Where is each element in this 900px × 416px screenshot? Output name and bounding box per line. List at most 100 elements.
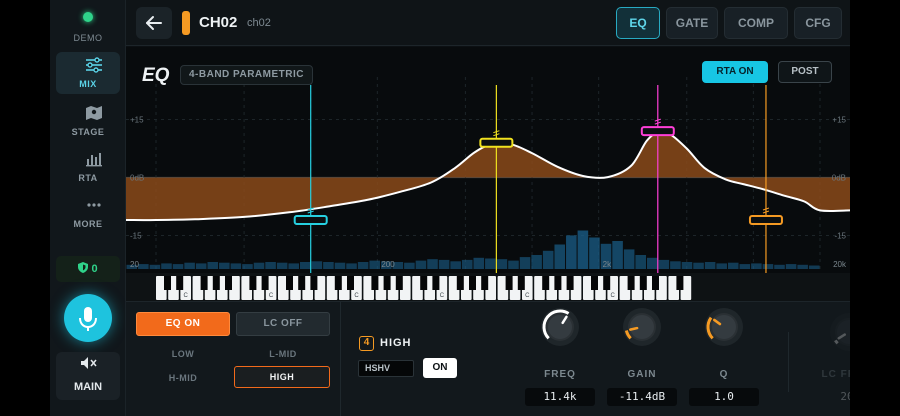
band-button-hmid[interactable]: H-MID — [136, 373, 230, 383]
lc-off-button[interactable]: LC OFF — [236, 312, 330, 336]
knob-cap-inner — [630, 315, 654, 339]
piano-black-key — [481, 276, 489, 290]
piano-black-key — [517, 276, 525, 290]
filter-type-select[interactable]: HSHV — [358, 360, 414, 377]
post-toggle-button[interactable]: POST — [778, 61, 832, 83]
rta-bar — [161, 263, 172, 269]
rta-bar — [496, 259, 508, 269]
band-handle[interactable] — [640, 126, 675, 137]
rail-item-more[interactable]: MORE — [56, 192, 120, 234]
band-handle[interactable] — [748, 215, 783, 226]
eq-curve-chart[interactable]: +15 0dB -15 +15 0dB -15 20 200 2k 20k C C… — [126, 47, 850, 301]
rta-bar — [566, 235, 577, 269]
rta-bar — [612, 241, 623, 269]
rail-item-label: RTA — [78, 173, 98, 183]
tab-comp[interactable]: COMP — [724, 7, 788, 39]
rta-bar — [623, 249, 635, 269]
main-output-button[interactable]: MAIN — [56, 352, 120, 400]
status-dot-icon — [83, 12, 93, 22]
channel-subname: ch02 — [247, 17, 271, 29]
demo-indicator: DEMO — [50, 12, 126, 46]
eq-controls-panel: EQ ON LC OFF LOW L-MID H-MID HIGH 4 HIGH… — [126, 301, 850, 416]
q-knob[interactable] — [704, 307, 744, 347]
piano-black-key — [298, 276, 306, 290]
piano-black-key — [347, 276, 354, 290]
rta-bar — [519, 257, 531, 269]
band-on-button[interactable]: ON — [423, 358, 457, 378]
lc-freq-value[interactable]: 20 — [812, 388, 850, 406]
freq-knob[interactable] — [540, 307, 580, 347]
piano-black-key — [432, 276, 440, 290]
rta-bar — [242, 264, 253, 269]
tab-eq[interactable]: EQ — [616, 7, 660, 39]
rta-bar — [739, 264, 751, 269]
shield-icon — [78, 262, 89, 273]
gain-knob[interactable] — [622, 307, 662, 347]
rta-bar — [323, 262, 334, 269]
freq-tick-label: 20 — [130, 260, 139, 269]
rail-item-stage[interactable]: STAGE — [56, 100, 120, 142]
demo-label: DEMO — [73, 33, 103, 43]
piano-black-key — [212, 276, 220, 290]
band-handle[interactable] — [293, 215, 328, 226]
db-tick-label-right: -15 — [834, 232, 846, 241]
band-button-lmid[interactable]: L-MID — [236, 349, 330, 359]
band-number-badge: 4 — [359, 336, 374, 351]
map-icon — [86, 106, 102, 120]
rta-bar — [751, 263, 762, 269]
rta-bar — [438, 259, 450, 269]
tab-cfg[interactable]: CFG — [794, 7, 842, 39]
piano-black-key — [505, 276, 513, 290]
gain-value[interactable]: -11.4dB — [607, 388, 677, 406]
rta-bar — [172, 264, 184, 269]
rta-bar — [230, 263, 242, 269]
q-value[interactable]: 1.0 — [689, 388, 759, 406]
piano-black-key — [176, 276, 184, 290]
rail-item-rta[interactable]: RTA — [56, 146, 120, 188]
db-tick-label: +15 — [130, 116, 144, 125]
piano-black-key — [639, 276, 647, 290]
rta-toggle-button[interactable]: RTA ON — [702, 61, 768, 83]
piano-black-key — [627, 276, 635, 290]
left-rail: DEMO MIX STAGE RTA MORE 0 MAIN — [50, 0, 126, 416]
lc-freq-knob[interactable] — [829, 312, 850, 352]
knob-level-arc — [834, 339, 839, 345]
db-tick-label-right: +15 — [832, 116, 846, 125]
piano-c-label: C — [269, 293, 274, 299]
microphone-icon — [79, 307, 97, 331]
rail-item-mix[interactable]: MIX — [56, 52, 120, 94]
tab-gate[interactable]: GATE — [666, 7, 718, 39]
piano-black-key — [603, 276, 611, 290]
rta-bar — [485, 258, 496, 269]
rta-bar — [184, 262, 195, 269]
rta-bar — [461, 259, 473, 269]
rta-bar — [589, 237, 600, 269]
band-button-high[interactable]: HIGH — [234, 366, 330, 388]
shield-badge[interactable]: 0 — [56, 256, 120, 282]
rta-bar — [427, 259, 438, 269]
piano-black-key — [164, 276, 171, 290]
eq-graph[interactable]: +15 0dB -15 +15 0dB -15 20 200 2k 20k C C… — [126, 47, 850, 301]
rta-bar — [797, 264, 808, 269]
band-marker-2[interactable] — [479, 85, 514, 275]
rta-bar — [693, 262, 704, 269]
band-button-low[interactable]: LOW — [136, 349, 230, 359]
rta-bar — [404, 262, 415, 269]
eq-on-button[interactable]: EQ ON — [136, 312, 230, 336]
knob-cap-inner — [712, 315, 736, 339]
arrow-left-icon — [146, 16, 162, 30]
piano-black-key — [395, 276, 403, 290]
freq-value[interactable]: 11.4k — [525, 388, 595, 406]
talkback-mic-button[interactable] — [64, 294, 112, 342]
piano-black-key — [261, 276, 269, 290]
band-handle[interactable] — [479, 137, 514, 148]
piano-c-label: C — [440, 293, 445, 299]
back-button[interactable] — [136, 7, 172, 39]
rta-bar — [635, 255, 646, 269]
rta-bar — [253, 262, 265, 269]
band-marker-3[interactable] — [640, 85, 675, 275]
rta-bar — [450, 261, 461, 269]
app-frame: DEMO MIX STAGE RTA MORE 0 MAIN CH02 ch02… — [50, 0, 850, 416]
rta-bar — [138, 264, 149, 269]
rta-bar — [658, 259, 670, 269]
